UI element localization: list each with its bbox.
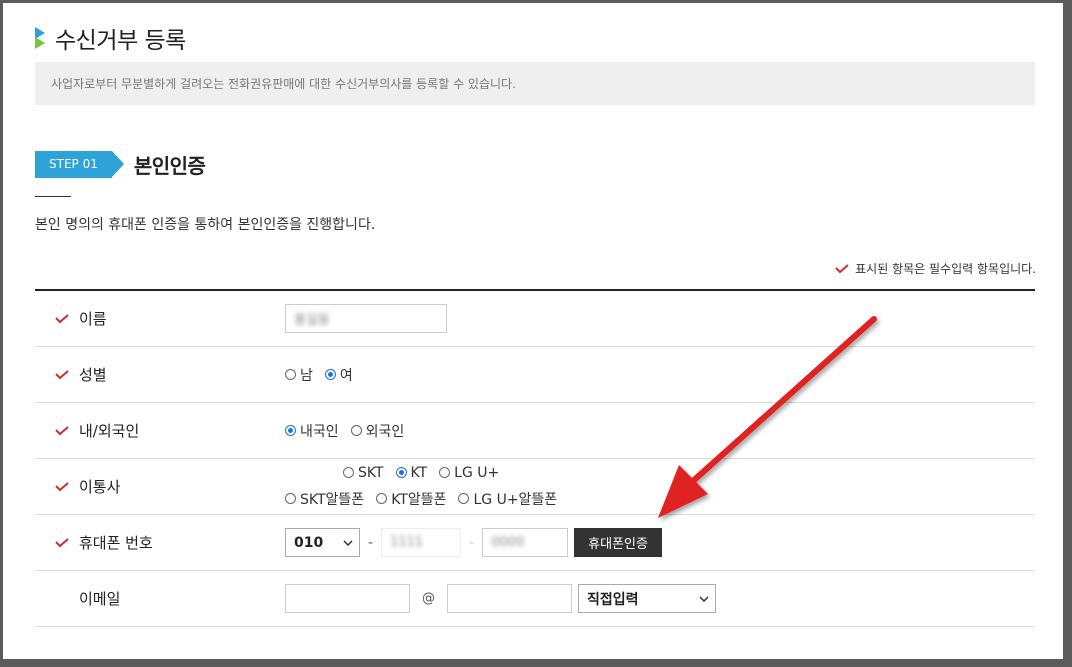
chevron-down-icon	[343, 539, 353, 546]
phone-last-value: 0000	[491, 535, 525, 550]
notice-text: 사업자로부터 무분별하게 걸려오는 전화권유판매에 대한 수신거부의사를 등록할…	[51, 77, 516, 91]
carrier-radio-lgu[interactable]: LG U+	[439, 465, 499, 481]
field-label-carrier: 이통사	[35, 476, 285, 497]
radio-label: SKT알뜰폰	[300, 491, 365, 508]
form-row-name: 이름 홍길동	[35, 291, 1035, 347]
carrier-radio-skt-mvno[interactable]: SKT알뜰폰	[285, 489, 364, 509]
verification-form: 이름 홍길동 성별 남 여 내/외국인 내국인 외국인 이통사 SKT KT L…	[35, 289, 1035, 627]
step-title: 본인인증	[133, 154, 206, 178]
carrier-radio-skt[interactable]: SKT	[342, 464, 384, 481]
radio-label: LG U+알뜰폰	[473, 491, 558, 508]
phone-middle-input[interactable]: 1111	[381, 528, 462, 557]
radio-circle	[285, 493, 296, 504]
phone-dash: -	[368, 534, 374, 551]
check-icon	[55, 369, 69, 379]
field-label-text: 이메일	[79, 590, 121, 608]
nationality-radio-domestic[interactable]: 내국인	[285, 421, 339, 441]
radio-circle-checked	[324, 369, 336, 380]
field-label-email: 이메일	[35, 588, 285, 609]
email-domain-select[interactable]: 직접입력	[578, 584, 716, 613]
radio-label: 남	[300, 367, 313, 384]
radio-label: 외국인	[365, 423, 405, 440]
radio-circle	[439, 467, 451, 478]
field-label-phone: 휴대폰 번호	[35, 532, 285, 553]
radio-label: SKT	[357, 464, 384, 481]
email-user-input[interactable]	[285, 584, 410, 613]
check-icon	[55, 313, 69, 323]
radio-circle	[350, 425, 362, 436]
step-underline	[35, 196, 71, 197]
field-label-text: 내/외국인	[79, 422, 140, 440]
form-row-nationality: 내/외국인 내국인 외국인	[35, 403, 1035, 459]
carrier-options-row2: SKT알뜰폰 KT알뜰폰 LG U+알뜰폰	[285, 489, 569, 509]
radio-circle	[342, 467, 354, 478]
field-label-gender: 성별	[35, 364, 285, 385]
select-value: 직접입력	[587, 591, 639, 608]
email-at-sign: @	[422, 591, 435, 606]
required-note: 표시된 항목은 필수입력 항목입니다.	[835, 260, 1036, 277]
carrier-radio-kt-mvno[interactable]: KT알뜰폰	[376, 489, 446, 509]
radio-circle-checked	[395, 467, 407, 478]
form-row-carrier: 이통사 SKT KT LG U+ SKT알뜰폰 KT알뜰폰 LG U+알뜰폰	[35, 459, 1035, 515]
check-icon	[55, 481, 69, 491]
email-domain-input[interactable]	[447, 584, 572, 613]
carrier-radio-kt[interactable]: KT	[395, 464, 428, 481]
page-title: 수신거부 등록	[55, 28, 186, 54]
notice-banner: 사업자로부터 무분별하게 걸려오는 전화권유판매에 대한 수신거부의사를 등록할…	[35, 62, 1035, 105]
field-label-name: 이름	[35, 308, 285, 329]
form-row-email: 이메일 @ 직접입력	[35, 571, 1035, 627]
radio-label: 내국인	[300, 423, 339, 440]
radio-label: KT	[410, 464, 428, 481]
radio-label: 여	[339, 367, 353, 384]
radio-label: KT알뜰폰	[391, 491, 447, 508]
step-header: STEP 01 본인인증	[35, 150, 206, 179]
check-icon	[55, 537, 69, 547]
check-icon	[835, 263, 849, 273]
step-description: 본인 명의의 휴대폰 인증을 통하여 본인인증을 진행합니다.	[35, 217, 376, 233]
carrier-radio-lgu-mvno[interactable]: LG U+알뜰폰	[458, 489, 557, 509]
phone-last-input[interactable]: 0000	[482, 528, 569, 557]
field-label-nationality: 내/외국인	[35, 420, 285, 441]
radio-circle	[458, 493, 470, 504]
field-label-text: 이통사	[79, 478, 121, 496]
title-marker-icon	[35, 27, 45, 49]
field-label-text: 성별	[79, 366, 107, 384]
required-note-text: 표시된 항목은 필수입력 항목입니다.	[855, 262, 1036, 276]
check-icon	[55, 425, 69, 435]
chevron-down-icon	[699, 595, 709, 602]
radio-circle	[285, 369, 296, 380]
form-row-phone: 휴대폰 번호 010 - 1111 - 0000 휴대폰인증	[35, 515, 1035, 571]
form-row-gender: 성별 남 여	[35, 347, 1035, 403]
page: 수신거부 등록 사업자로부터 무분별하게 걸려오는 전화권유판매에 대한 수신거…	[3, 3, 1063, 659]
phone-dash: -	[469, 534, 475, 551]
name-value: 홍길동	[294, 313, 330, 328]
nationality-radio-foreign[interactable]: 외국인	[350, 421, 405, 441]
field-label-text: 휴대폰 번호	[79, 534, 153, 552]
phone-prefix-select[interactable]: 010	[285, 528, 360, 557]
phone-verify-button[interactable]: 휴대폰인증	[574, 528, 662, 557]
radio-label: LG U+	[454, 464, 500, 481]
carrier-options-row1: SKT KT LG U+	[342, 464, 511, 481]
gender-radio-male[interactable]: 남	[285, 365, 313, 385]
select-value: 010	[294, 534, 324, 551]
field-label-text: 이름	[79, 310, 107, 328]
step-badge: STEP 01	[35, 151, 124, 178]
page-header: 수신거부 등록	[35, 21, 186, 55]
name-input[interactable]: 홍길동	[285, 304, 447, 333]
radio-circle-checked	[285, 425, 296, 436]
gender-radio-female[interactable]: 여	[324, 365, 353, 385]
phone-middle-value: 1111	[390, 535, 424, 550]
radio-circle	[376, 493, 388, 504]
